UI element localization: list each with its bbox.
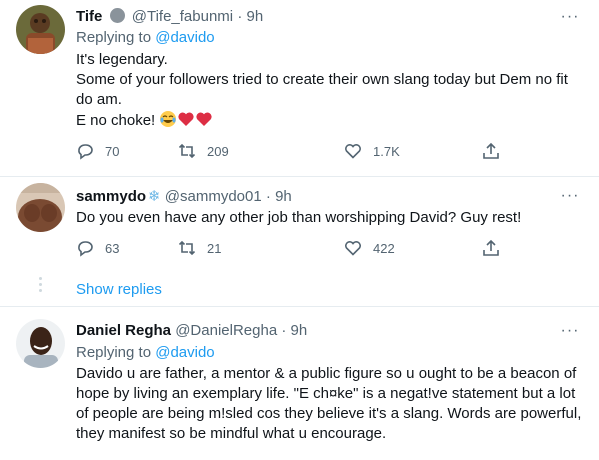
tweet-tife[interactable]: Tife @Tife_fabunmi · 9h ··· Replying to …	[0, 0, 599, 176]
gray-badge-icon	[109, 8, 125, 23]
author-handle[interactable]: @sammydo01	[165, 188, 262, 205]
author-handle[interactable]: @DanielRegha	[175, 322, 277, 339]
separator-dot: ·	[281, 322, 287, 339]
heart-icon	[345, 144, 361, 159]
tweet-text: Do you even have any other job than wors…	[76, 208, 586, 228]
like-button[interactable]: 1.7K	[344, 142, 400, 160]
tweet-text: Davido u are father, a mentor & a public…	[76, 364, 586, 444]
replying-prefix: Replying to	[76, 29, 152, 46]
tweet-time[interactable]: 9h	[275, 188, 292, 205]
reply-button[interactable]: 63	[76, 239, 119, 257]
tweet-time[interactable]: 9h	[246, 8, 263, 25]
author-name[interactable]: Tife	[76, 8, 102, 25]
share-button[interactable]	[482, 239, 500, 257]
mention-link[interactable]: @davido	[155, 344, 214, 361]
replying-prefix: Replying to	[76, 344, 152, 361]
show-replies-link[interactable]: Show replies	[76, 281, 162, 298]
red-heart-icon	[195, 110, 213, 134]
tweet-line: Do you even have any other job than wors…	[76, 209, 522, 226]
author-name[interactable]: Daniel Regha	[76, 322, 171, 339]
author-handle[interactable]: @Tife_fabunmi	[132, 8, 233, 25]
reply-button[interactable]: 70	[76, 142, 119, 160]
tweet-sammydo[interactable]: sammydo ❄ @sammydo01 · 9h ··· Do you even…	[0, 177, 599, 304]
author-name[interactable]: sammydo	[76, 188, 146, 205]
share-button[interactable]	[482, 142, 500, 160]
heart-icon	[345, 241, 361, 256]
reply-count: 70	[105, 143, 120, 159]
snowflake-icon: ❄	[148, 188, 161, 205]
tweet-line: E no choke!	[76, 112, 156, 129]
like-count: 422	[373, 240, 395, 256]
replying-to: Replying to @davido	[76, 29, 215, 46]
tweet-text: It's legendary. Some of your followers t…	[76, 50, 586, 134]
separator-dot: ·	[265, 188, 271, 205]
separator-dot: ·	[237, 8, 243, 25]
more-options-icon[interactable]: ···	[559, 9, 581, 30]
retweet-icon	[178, 143, 196, 159]
share-icon	[483, 239, 499, 256]
red-heart-icon	[177, 110, 195, 134]
avatar-sammydo[interactable]	[16, 183, 65, 232]
tweet-line: they manifest so be mindful what u encou…	[76, 425, 387, 442]
retweet-count: 21	[207, 240, 222, 256]
tweet-daniel-regha[interactable]: Daniel Regha @DanielRegha · 9h ··· Reply…	[0, 307, 599, 460]
replying-to: Replying to @davido	[76, 344, 215, 361]
tweet-line: of people are being m!sled cos they beli…	[76, 405, 582, 422]
avatar-daniel-regha[interactable]	[16, 319, 65, 368]
face-with-tears-of-joy-icon	[159, 110, 177, 134]
more-options-icon[interactable]: ···	[559, 188, 581, 209]
tweet-line: It's legendary.	[76, 51, 168, 68]
tweet-actions: 70 209 1.7K	[76, 142, 516, 164]
tweet-actions: 63 21 422	[76, 239, 516, 261]
tweet-time[interactable]: 9h	[291, 322, 308, 339]
retweet-button[interactable]: 209	[178, 142, 229, 160]
mention-link[interactable]: @davido	[155, 29, 214, 46]
reply-count: 63	[105, 240, 120, 256]
avatar-tife[interactable]	[16, 5, 65, 54]
thread-connector-dots	[38, 277, 44, 295]
retweet-button[interactable]: 21	[178, 239, 221, 257]
reply-icon	[78, 241, 93, 257]
tweet-line: Some of your followers tried to create t…	[76, 71, 568, 88]
tweet-line: do am.	[76, 91, 122, 108]
reply-icon	[78, 144, 93, 160]
more-options-icon[interactable]: ···	[559, 323, 581, 344]
tweet-line-with-emoji: E no choke!	[76, 110, 586, 134]
tweet-line: hope by living an exemplary life. "E ch¤…	[76, 385, 576, 402]
retweet-icon	[178, 240, 196, 256]
like-count: 1.7K	[373, 143, 400, 159]
share-icon	[483, 142, 499, 159]
like-button[interactable]: 422	[344, 239, 395, 257]
retweet-count: 209	[207, 143, 229, 159]
tweet-line: Davido u are father, a mentor & a public…	[76, 365, 577, 382]
